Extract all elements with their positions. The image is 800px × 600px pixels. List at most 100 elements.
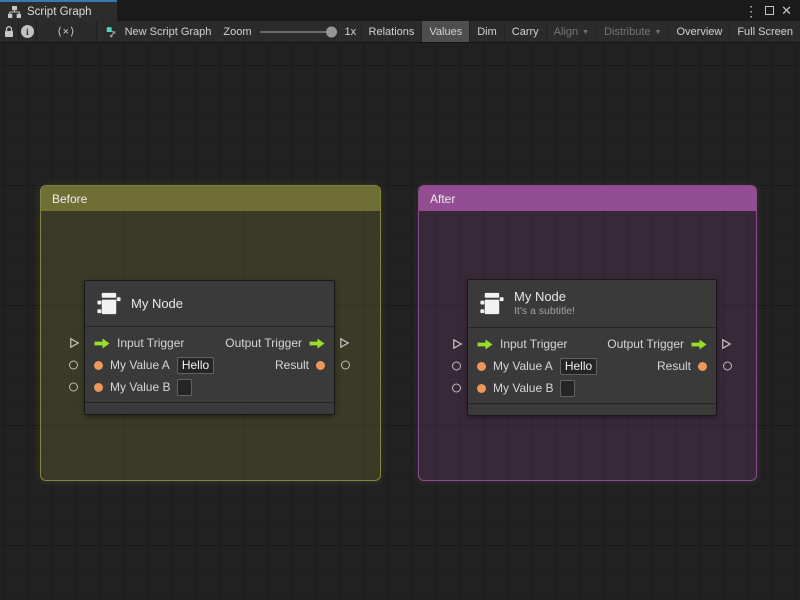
- node-title: My Node: [514, 289, 567, 304]
- value-port-icon[interactable]: [477, 383, 486, 393]
- port-label-my-value-a: My Value A: [493, 359, 553, 373]
- unit-icon: [97, 292, 121, 315]
- toolbar-button-relations[interactable]: Relations: [360, 21, 422, 42]
- toolbar-button-align[interactable]: Align ▼: [545, 21, 596, 42]
- button-label: Align: [553, 25, 579, 38]
- outside-value-port-right[interactable]: [723, 361, 732, 371]
- code-icon: ⟨×⟩: [57, 26, 76, 38]
- value-port-icon[interactable]: [94, 382, 103, 392]
- window-controls: ⋮ ✕: [744, 0, 800, 21]
- trigger-row: Input Trigger Output Trigger: [70, 332, 350, 354]
- port-label-my-value-b: My Value B: [110, 380, 171, 394]
- value-row-b: My Value B: [452, 377, 716, 399]
- value-port-icon[interactable]: [316, 360, 325, 370]
- node-header[interactable]: My Node It's a subtitle!: [468, 280, 716, 328]
- zoom-label: Zoom: [223, 25, 252, 38]
- button-label: Distribute: [604, 25, 651, 38]
- script-graph-asset-icon: [107, 26, 116, 37]
- trigger-port-icon[interactable]: [309, 338, 325, 349]
- group-label: Before: [52, 191, 88, 206]
- node-title: My Node: [131, 296, 184, 311]
- node-my-node-after[interactable]: My Node It's a subtitle! Input Trigger O…: [452, 279, 732, 416]
- outside-value-port-left[interactable]: [452, 361, 461, 371]
- value-port-icon[interactable]: [698, 361, 707, 371]
- value-port-icon[interactable]: [94, 360, 103, 370]
- info-button[interactable]: i: [19, 21, 37, 42]
- graph-hierarchy-icon: [8, 5, 21, 18]
- button-label: Values: [429, 25, 463, 38]
- port-label-input-trigger: Input Trigger: [500, 337, 568, 351]
- graph-name-label: New Script Graph: [124, 25, 212, 38]
- node-subtitle: It's a subtitle!: [514, 305, 575, 317]
- value-port-icon[interactable]: [477, 361, 486, 371]
- group-label: After: [430, 191, 456, 206]
- tab-script-graph[interactable]: Script Graph: [0, 0, 117, 21]
- value-row-a: My Value A Hello Result: [69, 354, 350, 376]
- button-label: Relations: [368, 25, 415, 38]
- tab-title: Script Graph: [27, 5, 92, 18]
- zoom-slider-handle[interactable]: [325, 26, 337, 37]
- lock-icon: [4, 25, 13, 37]
- node-my-node-before[interactable]: My Node Input Trigger Output Trigger My …: [69, 280, 350, 415]
- outside-trigger-port-right[interactable]: [339, 337, 350, 349]
- trigger-port-icon[interactable]: [94, 338, 110, 349]
- code-preview-button[interactable]: ⟨×⟩: [37, 21, 96, 42]
- button-label: Carry: [511, 25, 539, 38]
- group-before-header[interactable]: Before: [41, 186, 380, 211]
- outside-value-port-left[interactable]: [69, 382, 78, 392]
- toolbar-button-overview[interactable]: Overview: [668, 21, 729, 42]
- toolbar-button-dim[interactable]: Dim: [469, 21, 504, 42]
- script-graph-window: Script Graph ⋮ ✕ i ⟨×⟩ New Script Graph …: [0, 0, 800, 600]
- outside-value-port-right[interactable]: [341, 360, 350, 370]
- port-label-result: Result: [274, 358, 309, 372]
- zoom-control: Zoom 1x: [219, 21, 360, 42]
- value-row-b: My Value B: [69, 376, 334, 398]
- toolbar-button-values[interactable]: Values: [421, 21, 470, 42]
- graph-canvas[interactable]: Before After My Node Input Trigger Outpu…: [0, 43, 800, 600]
- value-b-input[interactable]: [560, 379, 576, 397]
- chevron-down-icon: ▼: [654, 28, 662, 36]
- chevron-down-icon: ▼: [582, 28, 590, 36]
- outside-trigger-port-right[interactable]: [721, 338, 732, 350]
- toolbar-button-carry[interactable]: Carry: [503, 21, 546, 42]
- port-label-input-trigger: Input Trigger: [117, 336, 185, 350]
- graph-toolbar: i ⟨×⟩ New Script Graph Zoom 1x Relations: [0, 21, 800, 43]
- value-row-a: My Value A Hello Result: [452, 355, 732, 377]
- port-label-output-trigger: Output Trigger: [225, 336, 302, 350]
- button-label: Dim: [477, 25, 497, 38]
- port-label-my-value-b: My Value B: [493, 381, 554, 395]
- trigger-row: Input Trigger Output Trigger: [453, 333, 732, 355]
- zoom-level-value: 1x: [344, 25, 357, 38]
- outside-trigger-port-left[interactable]: [452, 338, 463, 350]
- outside-trigger-port-left[interactable]: [69, 337, 80, 349]
- window-menu-icon[interactable]: ⋮: [744, 4, 758, 18]
- port-label-output-trigger: Output Trigger: [607, 337, 684, 351]
- port-label-my-value-a: My Value A: [110, 358, 170, 372]
- button-label: Full Screen: [737, 25, 793, 38]
- info-icon: i: [20, 25, 34, 38]
- toolbar-button-fullscreen[interactable]: Full Screen: [729, 21, 800, 42]
- node-body: Input Trigger Output Trigger My Value A …: [452, 328, 732, 403]
- graph-breadcrumb[interactable]: New Script Graph: [96, 21, 219, 42]
- zoom-slider[interactable]: [259, 26, 337, 37]
- unit-icon: [480, 292, 504, 315]
- toolbar-button-distribute[interactable]: Distribute ▼: [596, 21, 668, 42]
- node-footer: [85, 402, 334, 414]
- lock-button[interactable]: [0, 21, 18, 42]
- tab-bar: Script Graph ⋮ ✕: [0, 0, 800, 21]
- node-body: Input Trigger Output Trigger My Value A …: [69, 327, 350, 402]
- group-after-header[interactable]: After: [419, 186, 756, 211]
- outside-value-port-left[interactable]: [452, 383, 461, 393]
- value-b-input[interactable]: [177, 378, 193, 396]
- node-header[interactable]: My Node: [85, 281, 334, 327]
- node-footer: [468, 403, 716, 415]
- maximize-icon[interactable]: [765, 6, 775, 15]
- outside-value-port-left[interactable]: [69, 360, 78, 370]
- trigger-port-icon[interactable]: [477, 339, 493, 350]
- close-icon[interactable]: ✕: [781, 4, 792, 17]
- trigger-port-icon[interactable]: [691, 339, 707, 350]
- value-a-input[interactable]: Hello: [559, 357, 598, 375]
- value-a-input[interactable]: Hello: [176, 356, 215, 374]
- port-label-result: Result: [656, 359, 691, 373]
- button-label: Overview: [676, 25, 723, 38]
